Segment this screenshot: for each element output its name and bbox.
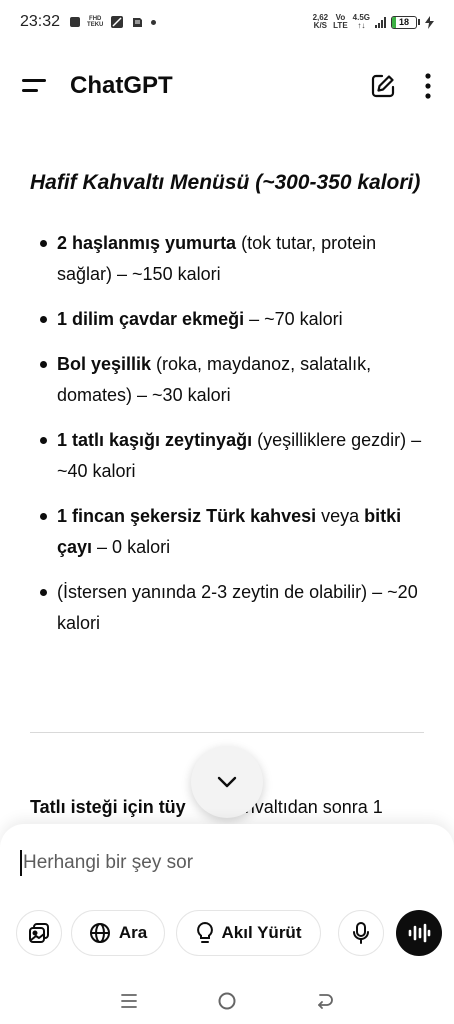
search-label: Ara xyxy=(118,923,148,942)
recent-apps-icon xyxy=(121,994,137,1008)
new-chat-button[interactable] xyxy=(370,73,396,99)
microphone-icon xyxy=(353,922,369,944)
more-vertical-icon xyxy=(425,73,431,99)
list-item: 1 tatlı kaşığı zeytinyağı (yeşilliklere … xyxy=(30,425,430,487)
text-caret xyxy=(20,850,22,876)
status-system-icons: 2,62 K/S Vo LTE 4.5G ↑↓ 18 xyxy=(313,14,434,30)
voice-wave-icon xyxy=(408,923,431,943)
globe-icon xyxy=(89,923,110,943)
status-time: 23:32 xyxy=(20,13,61,30)
list-item: 1 fincan şekersiz Türk kahvesi veya bitk… xyxy=(30,501,430,563)
notification-square-icon xyxy=(70,17,81,27)
app-title: ChatGPT xyxy=(70,72,173,99)
edit-icon xyxy=(371,74,395,98)
chevron-down-icon xyxy=(217,776,237,788)
battery-icon: 18 xyxy=(391,15,420,29)
system-nav-bar xyxy=(0,978,454,1024)
mic-button[interactable] xyxy=(338,910,384,956)
status-notification-icons: FHD TEKU xyxy=(70,15,157,29)
list-item: Bol yeşillik (roka, maydanoz, salatalık,… xyxy=(30,349,430,411)
attach-button[interactable] xyxy=(16,910,62,956)
reason-label: Akıl Yürüt xyxy=(221,923,302,942)
notification-book-icon xyxy=(133,17,143,27)
fhd-icon: FHD TEKU xyxy=(87,16,104,28)
app-bar: ChatGPT xyxy=(0,60,454,112)
assistant-message: Hafif Kahvaltı Menüsü (~300-350 kalori) … xyxy=(30,168,430,653)
image-icon xyxy=(29,923,49,943)
network-indicator: 4.5G ↑↓ xyxy=(352,13,370,30)
more-options-button[interactable] xyxy=(424,73,432,99)
divider xyxy=(30,732,424,733)
charging-icon xyxy=(425,15,434,29)
signal-icon xyxy=(375,16,386,28)
message-heading: Hafif Kahvaltı Menüsü (~300-350 kalori) xyxy=(30,171,421,194)
back-icon xyxy=(318,994,333,1009)
menu-icon[interactable] xyxy=(22,76,48,96)
home-button[interactable] xyxy=(207,986,247,1016)
list-item: (İstersen yanında 2-3 zeytin de olabilir… xyxy=(30,577,430,639)
status-bar: 23:32 FHD TEKU 2,62 K/S Vo LTE 4.5G ↑↓ 18 xyxy=(0,0,454,44)
lightbulb-icon xyxy=(196,921,213,943)
search-button[interactable]: Ara xyxy=(71,910,165,956)
back-button[interactable] xyxy=(305,986,345,1016)
message-input[interactable] xyxy=(23,852,383,874)
scroll-down-button[interactable] xyxy=(191,746,263,818)
battery-level: 18 xyxy=(398,16,409,27)
list-item: 2 haşlanmış yumurta (tok tutar, protein … xyxy=(30,228,430,290)
voice-mode-button[interactable] xyxy=(396,910,442,956)
notification-app-icon xyxy=(111,16,124,28)
reason-button[interactable]: Akıl Yürüt xyxy=(176,910,321,956)
volte-indicator: Vo LTE xyxy=(333,13,348,30)
home-circle-icon xyxy=(218,992,236,1010)
list-item: 1 dilim çavdar ekmeği – ~70 kalori xyxy=(30,304,430,335)
net-speed: 2,62 K/S xyxy=(312,13,329,30)
notification-dot-icon xyxy=(151,19,157,25)
menu-list: 2 haşlanmış yumurta (tok tutar, protein … xyxy=(30,228,430,639)
recent-apps-button[interactable] xyxy=(109,986,149,1016)
composer-toolbar: Ara Akıl Yürüt xyxy=(16,910,442,956)
